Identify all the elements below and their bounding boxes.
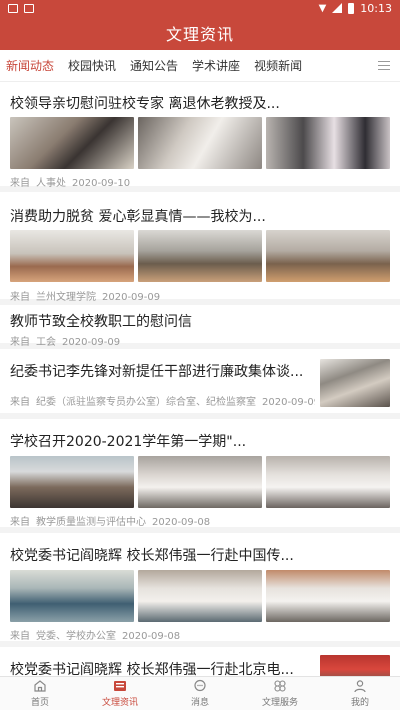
article-item[interactable]: 纪委书记李先锋对新提任干部进行廉政集体谈... 来自 纪委（派驻监察专员办公室）综… (0, 349, 400, 419)
nav-services[interactable]: 文理服务 (240, 677, 320, 710)
app-notification-icon (24, 3, 34, 13)
article-photo (266, 456, 390, 508)
battery-icon (348, 2, 355, 14)
nav-label: 文理服务 (261, 698, 298, 708)
category-tabs: 新闻动态 校园快讯 通知公告 学术讲座 视频新闻 (0, 50, 400, 82)
status-bar: ▼ 10:13 (0, 0, 400, 16)
bottom-navigation: 首页 文理资讯 消息 文理服务 我的 (0, 676, 400, 710)
article-source: 工会 (36, 337, 56, 348)
article-item[interactable]: 学校召开2020-2021学年第一学期"... 来自 教学质量监测与评估中心 202… (0, 419, 400, 533)
tab-video-news[interactable]: 视频新闻 (254, 57, 302, 74)
source-label: 来自 (10, 517, 30, 528)
article-title: 校领导亲切慰问驻校专家 离退休老教授及... (10, 96, 280, 112)
article-photo (10, 456, 134, 508)
nav-news[interactable]: 文理资讯 (80, 677, 160, 710)
article-photo (266, 570, 390, 622)
article-source: 党委、学校办公室 (36, 631, 116, 642)
service-icon (273, 679, 287, 693)
article-date: 2020-09-08 (122, 631, 181, 642)
article-photo (266, 230, 390, 282)
article-meta: 来自 党委、学校办公室 2020-09-08 (10, 627, 186, 642)
article-title: 纪委书记李先锋对新提任干部进行廉政集体谈... (10, 364, 304, 380)
article-item[interactable]: 校党委书记阎晓辉 校长郑伟强一行赴北京电... (0, 647, 400, 676)
article-photo (10, 230, 134, 282)
tab-notices[interactable]: 通知公告 (130, 57, 178, 74)
article-photo (138, 117, 262, 169)
wifi-icon: ▼ (318, 2, 327, 14)
article-images (10, 117, 390, 169)
tab-campus-flash[interactable]: 校园快讯 (68, 57, 116, 74)
article-images (10, 570, 390, 622)
article-thumbnail (320, 655, 390, 676)
source-label: 来自 (10, 292, 30, 303)
status-time: 10:13 (360, 1, 392, 15)
article-source: 人事处 (36, 178, 66, 189)
article-date: 2020-09-10 (72, 178, 131, 189)
article-item[interactable]: 教师节致全校教职工的慰问信 来自 工会 2020-09-09 (0, 305, 400, 349)
source-label: 来自 (10, 337, 30, 348)
nav-label: 消息 (190, 698, 209, 708)
nav-messages[interactable]: 消息 (160, 677, 240, 710)
article-meta: 来自 人事处 2020-09-10 (10, 174, 136, 189)
tab-lectures[interactable]: 学术讲座 (192, 57, 240, 74)
source-label: 来自 (10, 178, 30, 189)
article-meta: 来自 纪委（派驻监察专员办公室）综合室、纪检监察室 2020-09-09 (10, 393, 315, 408)
signal-icon (332, 3, 343, 13)
nav-label: 首页 (30, 698, 49, 708)
nav-label: 我的 (350, 698, 369, 708)
menu-icon[interactable] (378, 61, 390, 71)
home-icon (33, 679, 47, 693)
profile-icon (353, 679, 367, 693)
article-source: 教学质量监测与评估中心 (36, 517, 146, 528)
tab-news[interactable]: 新闻动态 (6, 57, 54, 74)
article-source: 纪委（派驻监察专员办公室）综合室、纪检监察室 (36, 397, 256, 408)
article-meta: 来自 教学质量监测与评估中心 2020-09-08 (10, 513, 216, 528)
article-date: 2020-09-08 (152, 517, 211, 528)
source-label: 来自 (10, 631, 30, 642)
article-photo (138, 456, 262, 508)
article-images (10, 456, 390, 508)
article-title: 校党委书记阎晓辉 校长郑伟强一行赴中国传... (10, 548, 294, 564)
article-meta: 来自 兰州文理学院 2020-09-09 (10, 288, 166, 303)
notification-icon (8, 3, 18, 13)
article-photo (138, 230, 262, 282)
nav-profile[interactable]: 我的 (320, 677, 400, 710)
article-title: 消费助力脱贫 爱心彰显真情——我校为... (10, 209, 266, 225)
article-meta: 来自 工会 2020-09-09 (10, 333, 126, 348)
article-item[interactable]: 校党委书记阎晓辉 校长郑伟强一行赴中国传... 来自 党委、学校办公室 2020-0… (0, 533, 400, 647)
nav-label: 文理资讯 (101, 698, 138, 708)
article-photo (266, 117, 390, 169)
page-title: 文理资讯 (165, 25, 234, 44)
article-photo (138, 570, 262, 622)
article-title: 校党委书记阎晓辉 校长郑伟强一行赴北京电... (10, 662, 294, 676)
article-list: 校领导亲切慰问驻校专家 离退休老教授及... 来自 人事处 2020-09-10 消… (0, 82, 400, 676)
article-item[interactable]: 消费助力脱贫 爱心彰显真情——我校为... 来自 兰州文理学院 2020-09-09 (0, 192, 400, 305)
article-thumbnail (320, 359, 390, 407)
article-date: 2020-09-09 (102, 292, 161, 303)
article-title: 学校召开2020-2021学年第一学期"... (10, 434, 247, 450)
source-label: 来自 (10, 397, 30, 408)
nav-home[interactable]: 首页 (0, 677, 80, 710)
article-item[interactable]: 校领导亲切慰问驻校专家 离退休老教授及... 来自 人事处 2020-09-10 (0, 82, 400, 192)
article-photo (10, 117, 134, 169)
message-icon (193, 679, 207, 693)
article-photo (10, 570, 134, 622)
article-title: 教师节致全校教职工的慰问信 (10, 314, 192, 330)
article-date: 2020-09-09 (262, 397, 315, 408)
article-source: 兰州文理学院 (36, 292, 96, 303)
app-header: 文理资讯 (0, 16, 400, 50)
news-icon (113, 679, 127, 693)
article-date: 2020-09-09 (62, 337, 121, 348)
article-images (10, 230, 390, 282)
